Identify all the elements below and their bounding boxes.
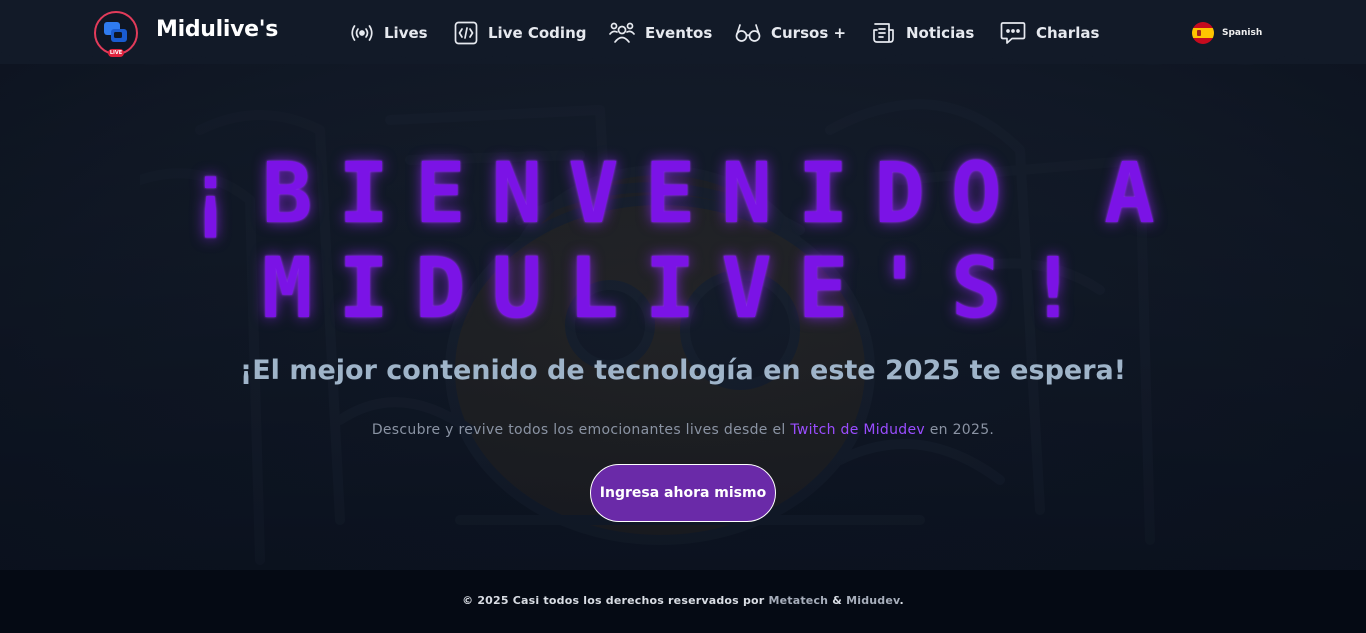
glasses-icon — [735, 24, 761, 42]
nav-label-cursos: Cursos + — [771, 24, 847, 42]
copyright-text: © 2025 Casi todos los derechos reservado… — [462, 594, 765, 607]
language-selector[interactable]: Spanish — [1192, 22, 1263, 44]
description-text: Descubre y revive todos los emocionantes… — [371, 422, 786, 438]
main-nav: Lives Live Coding Eventos Cursos + Notic… — [0, 0, 1366, 64]
broadcast-icon — [351, 25, 373, 41]
nav-item-lives[interactable]: Lives — [350, 20, 428, 46]
midudev-link[interactable]: Midudev — [846, 594, 899, 607]
cta-button[interactable]: Ingresa ahora mismo — [590, 464, 776, 522]
footer-ampersand: & — [832, 594, 843, 607]
language-label: Spanish — [1222, 28, 1263, 38]
hero-description: Descubre y revive todos los emocionantes… — [0, 422, 1366, 438]
nav-label-live-coding: Live Coding — [488, 24, 587, 42]
hero-title-line-2: Midulive's! — [261, 239, 1105, 337]
nav-item-live-coding[interactable]: Live Coding — [454, 20, 586, 46]
hero-subtitle: ¡El mejor contenido de tecnología en est… — [239, 355, 1127, 386]
spain-flag-icon — [1192, 22, 1214, 44]
hero-title-line-1: ¡Bienvenido a — [185, 144, 1181, 242]
nav-label-eventos: Eventos — [645, 24, 713, 42]
nav-label-noticias: Noticias — [906, 24, 975, 42]
newspaper-icon — [873, 23, 894, 43]
nav-item-cursos[interactable]: Cursos + — [735, 20, 846, 46]
twitch-link[interactable]: Twitch de Midudev — [790, 422, 925, 438]
nav-label-lives: Lives — [384, 24, 428, 42]
nav-item-eventos[interactable]: Eventos — [609, 20, 712, 46]
site-footer: © 2025 Casi todos los derechos reservado… — [0, 594, 1366, 607]
metatech-link[interactable]: Metatech — [768, 594, 828, 607]
site-header: LIVE Midulive's Lives Live Coding Evento… — [0, 0, 1366, 65]
footer-period: . — [899, 594, 904, 607]
code-icon — [454, 21, 478, 45]
nav-item-charlas[interactable]: Charlas — [1000, 20, 1099, 46]
chat-bubble-icon — [1000, 22, 1026, 44]
nav-label-charlas: Charlas — [1036, 24, 1100, 42]
users-icon — [609, 22, 635, 43]
nav-item-noticias[interactable]: Noticias — [872, 20, 974, 46]
description-text-end: en 2025. — [929, 422, 995, 438]
